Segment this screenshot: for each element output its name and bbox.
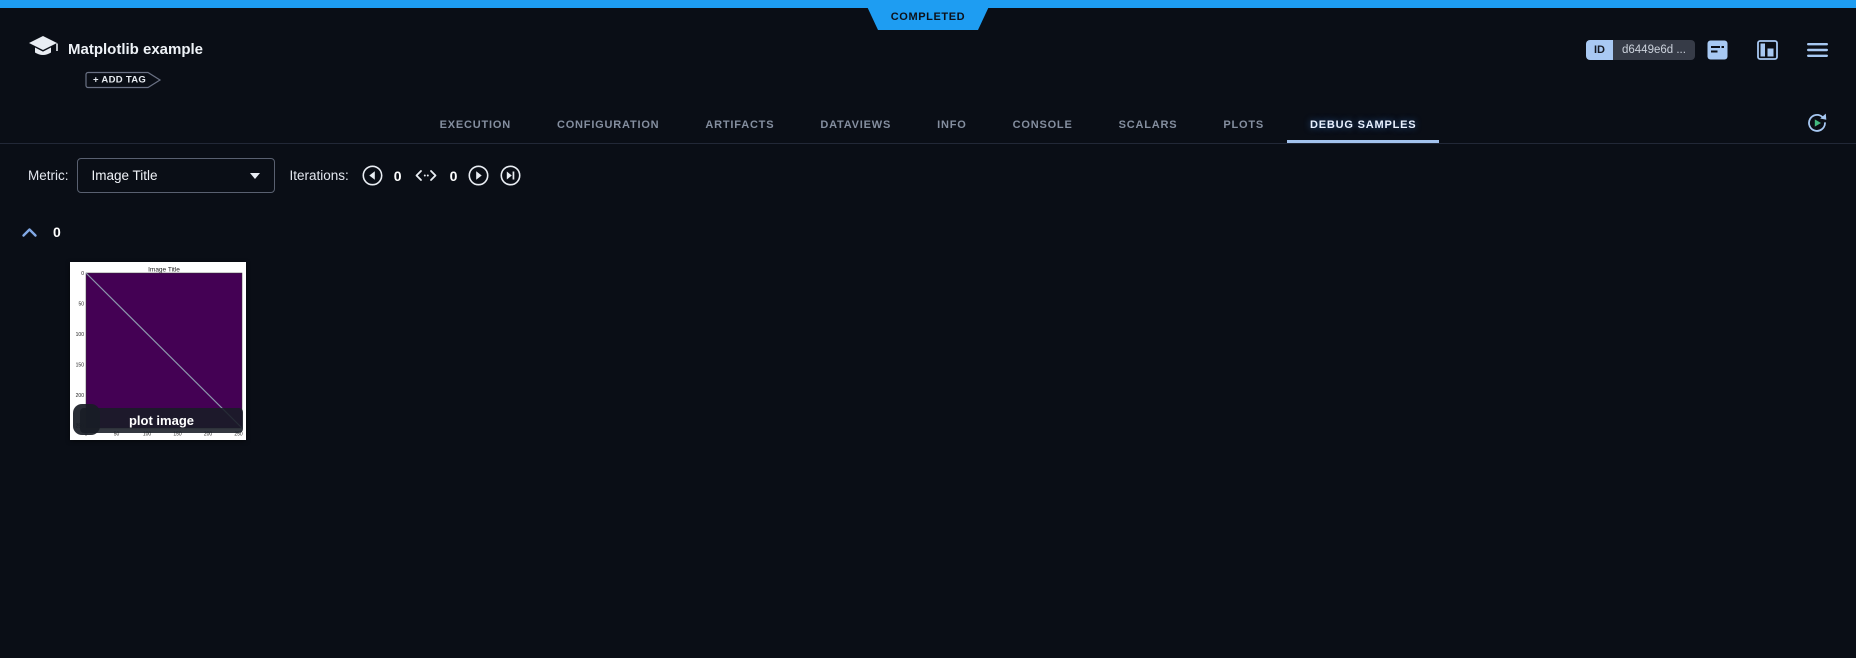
- group-label: 0: [53, 224, 61, 240]
- next-iteration-icon[interactable]: [468, 165, 489, 186]
- chevron-down-icon: [250, 173, 260, 179]
- plot-title: Image Title: [148, 267, 180, 274]
- iteration-from-value: 0: [394, 168, 402, 184]
- add-tag-label: + ADD TAG: [93, 75, 146, 86]
- status-ribbon-label: COMPLETED: [891, 11, 965, 23]
- svg-text:50: 50: [78, 302, 84, 308]
- svg-text:100: 100: [76, 332, 85, 338]
- iteration-range-icon: [413, 165, 439, 186]
- debug-sample-thumbnail[interactable]: Image Title 0 50 100 150 200 250 0 50 10…: [70, 262, 246, 440]
- last-iteration-icon[interactable]: [500, 165, 521, 186]
- metric-selected-value: Image Title: [92, 168, 158, 183]
- experiment-id-badge[interactable]: ID d6449e6d ...: [1586, 40, 1695, 60]
- page-title: Matplotlib example: [68, 41, 203, 58]
- iteration-to-value: 0: [450, 168, 458, 184]
- tab-plots[interactable]: PLOTS: [1200, 107, 1287, 143]
- tab-console[interactable]: CONSOLE: [990, 107, 1096, 143]
- tab-dataviews[interactable]: DATAVIEWS: [797, 107, 914, 143]
- debug-samples-toolbar: Metric: Image Title Iterations: 0 0: [28, 158, 521, 193]
- add-tag-button[interactable]: + ADD TAG: [85, 71, 163, 89]
- svg-text:0: 0: [81, 271, 84, 277]
- experiment-cap-icon: [26, 33, 60, 68]
- tab-debug-samples[interactable]: DEBUG SAMPLES: [1287, 107, 1439, 143]
- thumbnail-caption: plot image: [80, 408, 243, 433]
- metric-select[interactable]: Image Title: [77, 158, 275, 193]
- collapse-group-icon[interactable]: [21, 227, 38, 238]
- status-ribbon: COMPLETED: [864, 0, 992, 30]
- header-actions: [1707, 40, 1828, 60]
- thumbnail-caption-label: plot image: [129, 413, 194, 428]
- sample-group-header: 0: [21, 224, 61, 240]
- tab-bar: EXECUTION CONFIGURATION ARTIFACTS DATAVI…: [0, 107, 1856, 144]
- tab-execution[interactable]: EXECUTION: [417, 107, 534, 143]
- metric-label: Metric:: [28, 168, 69, 183]
- id-badge-key: ID: [1586, 40, 1613, 60]
- prev-iteration-icon[interactable]: [362, 165, 383, 186]
- tab-scalars[interactable]: SCALARS: [1096, 107, 1201, 143]
- tab-configuration[interactable]: CONFIGURATION: [534, 107, 682, 143]
- iteration-controls: 0 0: [362, 165, 522, 186]
- hamburger-menu-icon[interactable]: [1807, 42, 1828, 58]
- auto-refresh-icon[interactable]: [1804, 110, 1830, 141]
- details-icon[interactable]: [1707, 40, 1728, 60]
- id-badge-value: d6449e6d ...: [1613, 40, 1695, 60]
- layout-columns-icon[interactable]: [1757, 40, 1778, 60]
- tab-artifacts[interactable]: ARTIFACTS: [682, 107, 797, 143]
- svg-text:150: 150: [76, 363, 85, 369]
- svg-text:200: 200: [76, 393, 85, 399]
- iterations-label: Iterations:: [290, 168, 349, 183]
- tab-info[interactable]: INFO: [914, 107, 989, 143]
